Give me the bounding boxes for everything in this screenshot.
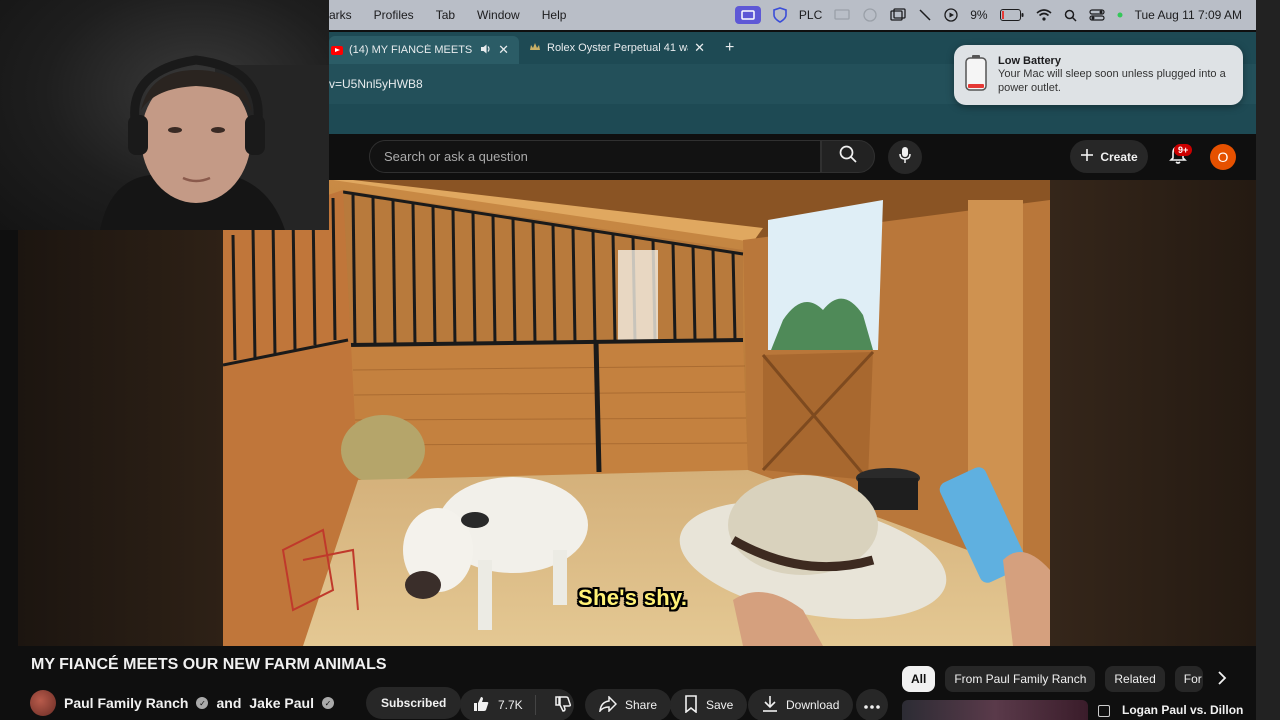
channel-name-primary[interactable]: Paul Family Ranch [64, 695, 188, 711]
like-button[interactable]: 7.7K [460, 695, 536, 715]
webcam-overlay [0, 0, 329, 230]
share-arrow-icon [598, 694, 618, 715]
chip-all[interactable]: All [902, 666, 936, 692]
channel-avatar[interactable] [30, 690, 56, 716]
ambient-glow-left [18, 230, 223, 646]
vpn-shield-icon[interactable] [773, 7, 787, 23]
voice-search-button[interactable] [888, 140, 922, 174]
battery-icon[interactable] [999, 9, 1024, 21]
status-menus: PLC 9% Tue Aug 11 7:09 AM [734, 0, 1242, 30]
recommended-video-title[interactable]: Logan Paul vs. Dillon [1122, 703, 1243, 717]
verified-check-icon: ✓ [321, 697, 334, 709]
video-frame-barn-stall [223, 180, 1050, 646]
download-label: Download [786, 698, 840, 712]
notification-body: Your Mac will sleep soon unless plugged … [998, 68, 1226, 94]
wifi-icon[interactable] [1036, 9, 1052, 21]
bookmarks-bar [329, 104, 1256, 134]
channel-row: Paul Family Ranch ✓ and Jake Paul ✓ Subs… [30, 686, 462, 720]
dislike-button[interactable] [544, 695, 582, 716]
speaker-icon[interactable] [480, 43, 492, 58]
video-title: MY FIANCÉ MEETS OUR NEW FARM ANIMALS [31, 656, 387, 673]
like-dislike-group: 7.7K [460, 689, 574, 720]
more-actions-button[interactable] [856, 689, 888, 720]
fan-icon[interactable] [862, 7, 878, 23]
menu-profiles[interactable]: Profiles [363, 0, 425, 30]
bookmark-icon [684, 694, 698, 716]
share-label: Share [625, 698, 658, 712]
close-tab-icon[interactable]: ✕ [498, 42, 509, 58]
app-menu: arks Profiles Tab Window Help [329, 0, 577, 30]
chip-for-you[interactable]: For y [1174, 666, 1203, 692]
control-center-icon[interactable] [1088, 9, 1105, 21]
thumbs-up-icon [472, 695, 490, 716]
page-left-margin [0, 230, 18, 720]
display-icon[interactable] [834, 8, 850, 22]
verified-check-icon: ✓ [196, 697, 209, 709]
channel-name-secondary[interactable]: Jake Paul [249, 695, 314, 711]
url-text[interactable]: v=U5Nnl5yHWB8 [329, 77, 423, 91]
video-caption: She's shy. [578, 585, 688, 610]
battery-low-icon [964, 54, 988, 97]
webcam-person [100, 55, 329, 230]
search-box[interactable] [369, 140, 821, 173]
ambient-glow-right [1050, 180, 1256, 646]
youtube-header: Create 9+ O [329, 134, 1256, 180]
chips-next-button[interactable] [1212, 670, 1232, 690]
create-label: Create [1100, 149, 1138, 164]
chip-related[interactable]: Related [1105, 666, 1165, 692]
rolex-crown-icon [529, 42, 541, 55]
search-button[interactable] [821, 140, 875, 173]
like-count: 7.7K [498, 698, 523, 712]
search-icon [839, 145, 857, 168]
spotlight-search-icon[interactable] [1064, 9, 1077, 22]
tab-youtube-video[interactable]: (14) MY FIANCÉ MEETS O ✕ [329, 36, 519, 64]
search-input[interactable] [384, 149, 820, 164]
video-player[interactable]: She's shy. [223, 180, 1050, 646]
battery-percent: 9% [970, 8, 988, 22]
vpn-label[interactable]: PLC [799, 8, 822, 22]
menu-help[interactable]: Help [531, 0, 578, 30]
collab-conjunction: and [216, 695, 242, 711]
desktop-edge [1256, 0, 1280, 720]
plus-icon [1080, 148, 1094, 165]
chip-from-channel[interactable]: From Paul Family Ranch [945, 666, 1096, 692]
screen-record-icon[interactable] [734, 6, 761, 24]
microphone-icon [899, 146, 911, 169]
notification-text: Low Battery Your Mac will sleep soon unl… [998, 55, 1233, 95]
share-button[interactable]: Share [585, 689, 672, 720]
tab-label: (14) MY FIANCÉ MEETS O [349, 44, 475, 56]
youtube-favicon-icon [331, 45, 343, 55]
play-icon[interactable] [944, 8, 958, 22]
screen: arks Profiles Tab Window Help PLC 9% Tue… [0, 0, 1280, 720]
notification-title: Low Battery [998, 55, 1061, 67]
pen-icon[interactable] [918, 8, 932, 22]
playlist-mix-icon [1098, 705, 1110, 717]
mac-menu-bar: arks Profiles Tab Window Help PLC 9% Tue… [329, 0, 1280, 30]
low-battery-notification[interactable]: Low Battery Your Mac will sleep soon unl… [954, 45, 1243, 105]
subscribed-button[interactable]: Subscribed [365, 687, 462, 719]
menu-bookmarks[interactable]: arks [329, 0, 363, 30]
tab-rolex[interactable]: Rolex Oyster Perpetual 41 wa ✕ [519, 34, 715, 62]
recommended-video-thumbnail[interactable] [902, 700, 1088, 720]
window-icon[interactable] [890, 8, 906, 22]
notification-count-badge: 9+ [1174, 144, 1193, 156]
menu-window[interactable]: Window [466, 0, 531, 30]
more-horizontal-icon [864, 698, 880, 712]
save-button[interactable]: Save [670, 689, 748, 720]
thumbs-down-icon [554, 695, 572, 716]
new-tab-plus-icon[interactable]: + [725, 39, 734, 57]
chevron-right-icon [1217, 670, 1227, 690]
tab-label: Rolex Oyster Perpetual 41 wa [547, 42, 689, 54]
recommendation-filter-chips: All From Paul Family Ranch Related For y [902, 666, 1203, 692]
menu-tab[interactable]: Tab [425, 0, 466, 30]
save-label: Save [706, 698, 734, 712]
account-avatar[interactable]: O [1210, 144, 1236, 170]
close-tab-icon[interactable]: ✕ [694, 40, 705, 56]
camera-in-use-dot-icon [1117, 12, 1123, 18]
create-button[interactable]: Create [1070, 140, 1148, 173]
clock[interactable]: Tue Aug 11 7:09 AM [1135, 8, 1242, 22]
download-button[interactable]: Download [748, 689, 854, 720]
download-icon [762, 695, 778, 716]
